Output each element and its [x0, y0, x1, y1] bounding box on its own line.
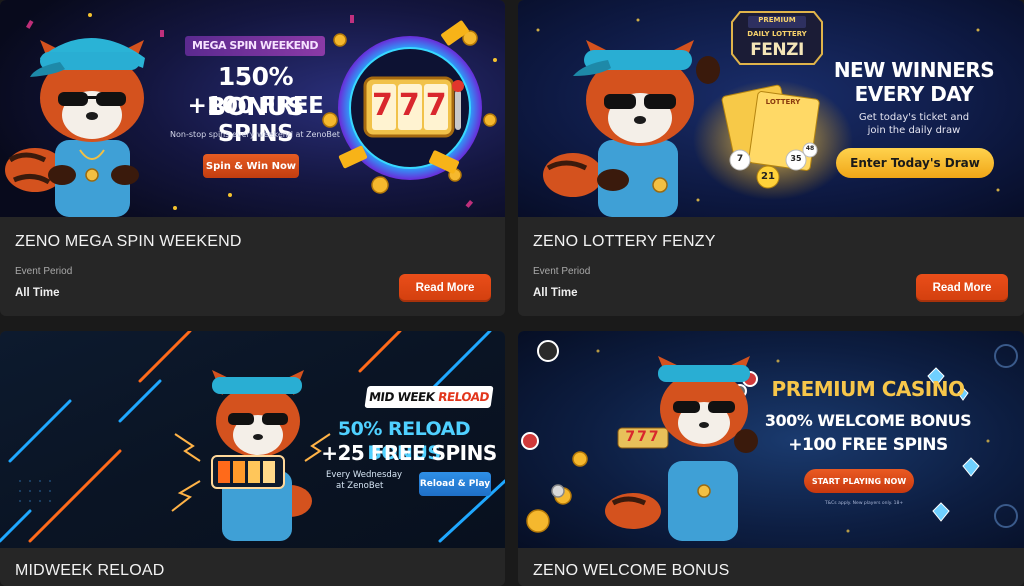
banner-headline-2: +100 FREE SPINS	[187, 93, 324, 147]
card-title: ZENO WELCOME BONUS	[533, 562, 730, 579]
card-title: ZENO LOTTERY FENZY	[533, 233, 716, 250]
banner-subtext-1: Every Wednesday	[326, 470, 403, 480]
event-period-label: Event Period	[533, 266, 591, 277]
promo-card-lottery: PREMIUM DAILY LOTTERY FENZI NEW WINNERS …	[518, 0, 1024, 316]
banner-subtext: Non-stop spins every weekend at ZenoBet	[170, 130, 340, 139]
banner-subtext-1: Get today's ticket and	[858, 112, 970, 123]
badge-mid: DAILY LOTTERY	[747, 30, 807, 38]
battery-icon	[211, 455, 285, 489]
banner-subtext-2: join the daily draw	[867, 125, 961, 136]
lottery-ball-1: 7	[736, 154, 744, 164]
banner-tag-accent: RELOAD	[437, 390, 490, 404]
banner-cta-start-playing[interactable]: START PLAYING NOW	[804, 469, 914, 493]
banner-fineprint: T&Cs apply. New players only. 18+	[824, 501, 904, 506]
promo-card-welcome-bonus: PREMIUM CASINO 300% WELCOME BONUS +100 F…	[518, 331, 1024, 586]
read-more-button[interactable]: Read More	[916, 274, 1008, 302]
banner-ribbon: MEGA SPIN WEEKEND	[185, 36, 325, 56]
ticket-label: LOTTERY	[765, 98, 801, 106]
banner-headline-1: PREMIUM CASINO	[771, 377, 965, 401]
banner-artwork	[518, 331, 1024, 548]
banner-headline-2: EVERY DAY	[854, 82, 974, 106]
banner-headline-3: +100 FREE SPINS	[788, 435, 948, 455]
read-more-button[interactable]: Read More	[399, 274, 491, 302]
promo-banner-lottery[interactable]: PREMIUM DAILY LOTTERY FENZI NEW WINNERS …	[518, 0, 1024, 217]
promo-banner-mega-spin[interactable]: MEGA SPIN WEEKEND 150% BONUS +100 FREE S…	[0, 0, 505, 217]
banner-cta-enter-draw[interactable]: Enter Today's Draw	[836, 148, 994, 178]
promo-card-mega-spin: MEGA SPIN WEEKEND 150% BONUS +100 FREE S…	[0, 0, 505, 316]
banner-cta-reload-play[interactable]: Reload & Play	[419, 472, 491, 496]
card-title: MIDWEEK RELOAD	[15, 562, 165, 579]
banner-subtext-2: at ZenoBet	[336, 481, 384, 491]
lottery-ball-4: 48	[805, 145, 815, 152]
lottery-ball-3: 35	[790, 154, 802, 163]
badge-top: PREMIUM	[758, 16, 796, 24]
banner-tag: MID WEEK RELOAD	[364, 386, 494, 408]
banner-tag-text: MID WEEK RELOAD	[368, 390, 490, 404]
banner-headline-2: +25 FREE SPINS	[321, 441, 497, 465]
banner-cta-spin-win[interactable]: Spin & Win Now	[203, 154, 299, 178]
promo-banner-welcome-bonus[interactable]: PREMIUM CASINO 300% WELCOME BONUS +100 F…	[518, 331, 1024, 548]
event-period-value: All Time	[15, 287, 60, 299]
event-period-label: Event Period	[15, 266, 73, 277]
promo-banner-midweek-reload[interactable]: MID WEEK RELOAD 50% RELOAD BONUS +25 FRE…	[0, 331, 505, 548]
banner-headline-1: NEW WINNERS	[833, 58, 995, 82]
slot-digits: 777	[625, 429, 661, 445]
lottery-ball-2: 21	[761, 171, 775, 182]
promo-card-midweek-reload: MID WEEK RELOAD 50% RELOAD BONUS +25 FRE…	[0, 331, 505, 586]
badge-main: FENZI	[750, 40, 804, 60]
banner-headline-2: 300% WELCOME BONUS	[764, 411, 972, 430]
card-title: ZENO MEGA SPIN WEEKEND	[15, 233, 242, 250]
slot-digits: 777	[372, 88, 453, 123]
event-period-value: All Time	[533, 287, 578, 299]
